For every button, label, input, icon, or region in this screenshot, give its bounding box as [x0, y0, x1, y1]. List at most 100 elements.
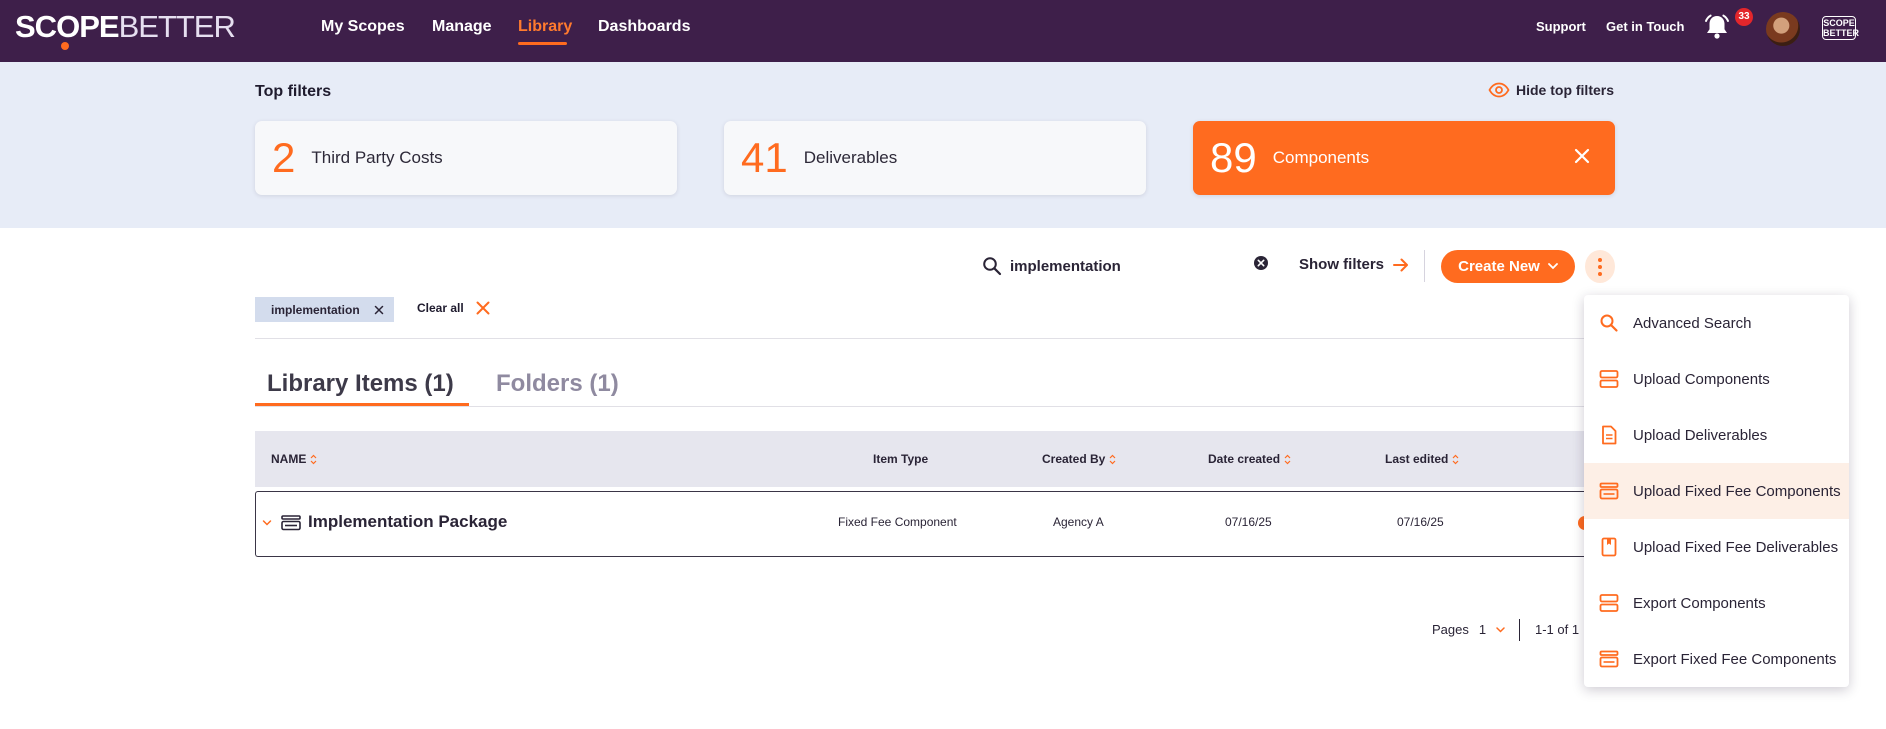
sort-icon — [1109, 454, 1116, 464]
toolbar-divider — [1424, 250, 1425, 282]
menu-item-upload-fixed-fee-deliverables[interactable]: Upload Fixed Fee Deliverables — [1584, 519, 1849, 575]
chip-label: implementation — [271, 302, 360, 317]
bell-icon[interactable] — [1702, 12, 1732, 42]
close-icon — [476, 301, 490, 315]
more-options-button[interactable] — [1585, 250, 1615, 283]
expand-chevron-icon[interactable] — [262, 519, 272, 527]
menu-item-label: Upload Deliverables — [1633, 426, 1768, 444]
column-header-label: Created By — [1042, 452, 1106, 466]
hide-top-filters-button[interactable]: Hide top filters — [1488, 82, 1614, 98]
filter-card-components[interactable]: 89 Components — [1193, 121, 1615, 195]
fixed-fee-icon — [1599, 650, 1619, 668]
chevron-down-icon — [1496, 626, 1505, 633]
eye-icon — [1488, 82, 1510, 98]
kebab-dot — [1598, 271, 1602, 276]
menu-item-label: Upload Fixed Fee Deliverables — [1633, 538, 1839, 556]
clear-all-button[interactable]: Clear all — [417, 301, 490, 315]
create-new-label: Create New — [1458, 258, 1540, 275]
nav-item-manage[interactable]: Manage — [432, 18, 492, 36]
menu-item-advanced-search[interactable]: Advanced Search — [1584, 295, 1849, 351]
create-new-button[interactable]: Create New — [1441, 250, 1575, 283]
chevron-down-icon — [1547, 263, 1558, 270]
fixed-fee-icon — [1599, 482, 1619, 500]
menu-item-label: Export Fixed Fee Components — [1633, 650, 1837, 668]
row-item-type: Fixed Fee Component — [838, 515, 957, 529]
menu-item-upload-components[interactable]: Upload Components — [1584, 351, 1849, 407]
scopebetter-logo[interactable]: SCOPEBETTER — [15, 9, 236, 50]
column-header-date-created[interactable]: Date created — [1208, 452, 1291, 466]
menu-item-label: Upload Fixed Fee Components — [1633, 482, 1841, 500]
show-filters-label: Show filters — [1299, 256, 1385, 273]
menu-item-upload-deliverables[interactable]: Upload Deliverables — [1584, 407, 1849, 463]
filter-card-label: Components — [1272, 148, 1370, 167]
filter-card-count: 89 — [1210, 134, 1257, 181]
top-navigation: SCOPEBETTER My Scopes Manage Library Das… — [0, 0, 1886, 62]
arrow-right-icon — [1393, 258, 1409, 271]
column-header-last-edited[interactable]: Last edited — [1385, 452, 1459, 466]
search-icon — [983, 257, 1002, 276]
menu-item-label: Upload Components — [1633, 370, 1770, 388]
filter-card-label: Deliverables — [803, 148, 898, 167]
logo-text-pe: PE — [79, 9, 119, 44]
column-header-item-type: Item Type — [873, 452, 928, 466]
close-icon[interactable] — [1571, 145, 1593, 167]
tab-folders[interactable]: Folders (1) — [496, 370, 619, 398]
tab-library-items[interactable]: Library Items (1) — [267, 370, 454, 398]
filter-card-count: 2 — [272, 134, 296, 181]
nav-active-underline — [518, 42, 567, 45]
document-icon — [1602, 425, 1617, 445]
current-page: 1 — [1478, 622, 1487, 637]
search-icon — [1600, 314, 1618, 332]
nav-item-dashboards[interactable]: Dashboards — [598, 18, 690, 36]
get-in-touch-link[interactable]: Get in Touch — [1606, 19, 1684, 34]
row-name[interactable]: Implementation Package — [308, 512, 507, 532]
filter-card-deliverables[interactable]: 41 Deliverables — [724, 121, 1146, 195]
pages-label: Pages — [1432, 622, 1469, 637]
menu-item-export-fixed-fee-components[interactable]: Export Fixed Fee Components — [1584, 631, 1849, 687]
logo-text-sc: SC — [15, 9, 57, 44]
account-logo-bottom: BETTER — [1823, 28, 1859, 38]
nav-item-my-scopes[interactable]: My Scopes — [321, 18, 405, 36]
component-stack-icon — [1599, 370, 1619, 388]
menu-item-export-components[interactable]: Export Components — [1584, 575, 1849, 631]
row-date-created: 07/16/25 — [1225, 515, 1272, 529]
fixed-fee-component-icon — [281, 515, 301, 531]
hide-top-filters-label: Hide top filters — [1516, 82, 1615, 98]
clear-all-label: Clear all — [417, 301, 464, 315]
row-last-edited: 07/16/25 — [1397, 515, 1444, 529]
divider — [255, 338, 1585, 339]
remove-chip-icon[interactable] — [374, 305, 384, 315]
search-input[interactable] — [1010, 253, 1240, 279]
sort-icon — [1452, 454, 1459, 464]
clear-search-icon[interactable] — [1253, 255, 1269, 271]
pagination-divider — [1519, 619, 1520, 641]
show-filters-button[interactable]: Show filters — [1299, 256, 1410, 273]
column-header-name[interactable]: NAME — [271, 452, 317, 466]
nav-item-library[interactable]: Library — [518, 18, 572, 36]
menu-item-label: Export Components — [1633, 594, 1766, 612]
filter-card-third-party-costs[interactable]: 2 Third Party Costs — [255, 121, 677, 195]
more-options-menu: Advanced Search Upload Components Upload… — [1584, 295, 1849, 687]
kebab-dot — [1598, 257, 1602, 262]
sort-icon — [1284, 454, 1291, 464]
avatar[interactable] — [1766, 12, 1800, 46]
search-bar — [982, 253, 1272, 279]
column-header-label: Date created — [1208, 452, 1281, 466]
top-filters-title: Top filters — [255, 83, 332, 100]
column-header-label: Item Type — [873, 452, 929, 466]
row-created-by: Agency A — [1053, 515, 1104, 529]
column-header-label: NAME — [271, 452, 307, 466]
component-stack-icon — [1599, 594, 1619, 612]
logo-text-o: O — [56, 9, 80, 50]
account-logo-top: SCOPE — [1823, 18, 1855, 28]
logo-text-better: BETTER — [118, 9, 236, 44]
sort-icon — [310, 454, 317, 464]
column-header-created-by[interactable]: Created By — [1042, 452, 1116, 466]
support-link[interactable]: Support — [1536, 19, 1586, 34]
column-header-label: Last edited — [1385, 452, 1449, 466]
pagination-range: 1-1 of 1 — [1535, 622, 1580, 637]
account-logo[interactable]: SCOPE BETTER — [1822, 16, 1859, 40]
menu-item-label: Advanced Search — [1633, 314, 1752, 332]
pagination-pages[interactable]: Pages 1 — [1432, 622, 1505, 637]
menu-item-upload-fixed-fee-components[interactable]: Upload Fixed Fee Components — [1584, 463, 1849, 519]
